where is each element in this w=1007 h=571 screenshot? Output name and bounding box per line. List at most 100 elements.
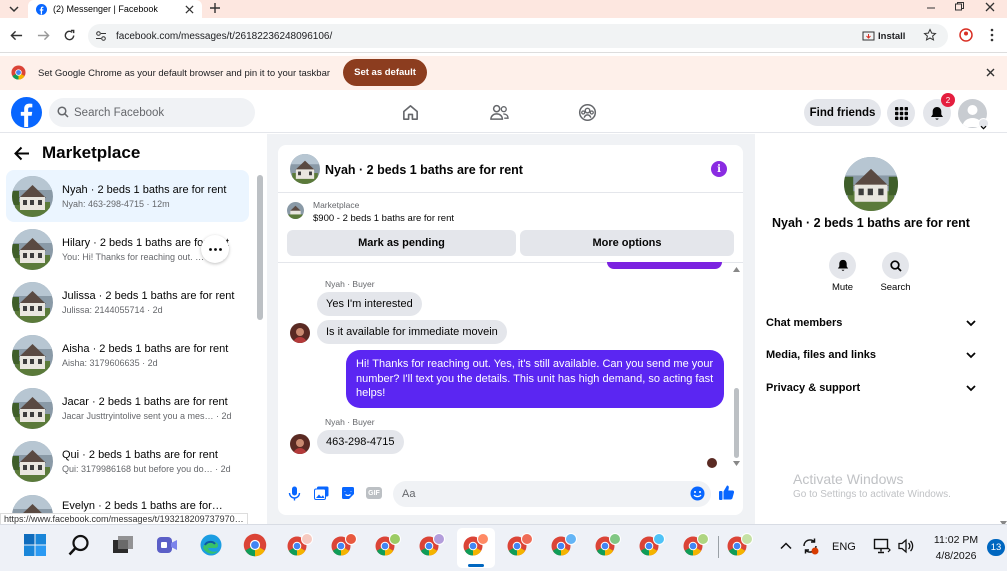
thumbs-up-icon[interactable] bbox=[718, 484, 735, 501]
home-icon[interactable] bbox=[401, 103, 420, 122]
chat-title[interactable]: Nyah · 2 beds 1 baths are for rent bbox=[325, 163, 523, 177]
conversation-item[interactable]: Nyah · 2 beds 1 baths are for rent Nyah: … bbox=[6, 170, 249, 222]
scroll-up-arrow-icon[interactable] bbox=[733, 267, 740, 272]
account-menu-chevron-icon[interactable] bbox=[978, 118, 989, 130]
incoming-message[interactable]: Is it available for immediate movein bbox=[317, 320, 507, 344]
teams-meet-icon[interactable] bbox=[155, 533, 181, 559]
mute-button[interactable] bbox=[829, 252, 856, 279]
emoji-icon[interactable] bbox=[690, 486, 705, 501]
chrome-taskbar-icon[interactable] bbox=[243, 533, 269, 559]
chrome-profile-active-icon[interactable] bbox=[463, 533, 489, 559]
system-clock[interactable]: 11:02 PM 4/8/2026 bbox=[925, 532, 987, 564]
chevron-down-icon bbox=[966, 384, 976, 392]
gif-icon[interactable]: GIF bbox=[366, 487, 382, 499]
close-infobar-icon[interactable] bbox=[986, 68, 995, 77]
conversation-title: Qui · 2 beds 1 baths are for rent bbox=[62, 448, 218, 461]
conversation-options-button[interactable] bbox=[201, 235, 229, 263]
conversation-info-icon[interactable]: i bbox=[711, 161, 727, 177]
close-window-icon[interactable] bbox=[985, 2, 995, 12]
input-language[interactable]: ENG bbox=[832, 541, 856, 553]
profile-icon[interactable] bbox=[959, 28, 973, 42]
message-composer-input[interactable]: Aa bbox=[393, 481, 711, 507]
microphone-icon[interactable] bbox=[288, 486, 301, 501]
section-label: Privacy & support bbox=[766, 382, 861, 394]
chrome-profile-icon[interactable] bbox=[331, 533, 357, 559]
chrome-profile-icon[interactable] bbox=[727, 533, 753, 559]
address-bar[interactable]: facebook.com/messages/t/2618223624809610… bbox=[88, 24, 948, 48]
notification-center-badge[interactable]: 13 bbox=[987, 539, 1005, 556]
windows-start-icon[interactable] bbox=[23, 533, 49, 559]
task-view-icon[interactable] bbox=[111, 533, 137, 559]
tab-search-chevron-icon[interactable] bbox=[7, 2, 21, 16]
more-options-button[interactable]: More options bbox=[520, 230, 734, 256]
privacy-support-section[interactable]: Privacy & support bbox=[766, 382, 976, 394]
marketplace-label: Marketplace bbox=[313, 200, 360, 210]
restore-window-icon[interactable] bbox=[954, 1, 965, 12]
minimize-window-icon[interactable] bbox=[926, 3, 936, 13]
taskbar-search-icon[interactable] bbox=[67, 533, 93, 559]
back-arrow-icon[interactable] bbox=[14, 146, 30, 161]
media-files-links-section[interactable]: Media, files and links bbox=[766, 349, 976, 361]
outgoing-message[interactable]: Hi! Thanks for reaching out. Yes, it's s… bbox=[346, 350, 724, 408]
conversation-item[interactable]: Aisha · 2 beds 1 baths are for rent Aisha… bbox=[6, 329, 249, 381]
show-hidden-icons-chevron-icon[interactable] bbox=[780, 541, 792, 550]
chat-members-section[interactable]: Chat members bbox=[766, 317, 976, 329]
incoming-message[interactable]: 463-298-4715 bbox=[317, 430, 404, 454]
install-app-button[interactable]: Install bbox=[862, 27, 914, 45]
incoming-message[interactable]: Yes I'm interested bbox=[317, 292, 422, 316]
new-tab-icon[interactable] bbox=[209, 2, 221, 14]
chat-listing-avatar[interactable] bbox=[290, 154, 320, 184]
facebook-search-input[interactable]: Search Facebook bbox=[49, 98, 255, 127]
close-tab-icon[interactable] bbox=[185, 4, 194, 14]
conversation-title: Evelyn · 2 beds 1 baths are for… bbox=[62, 500, 223, 512]
sender-avatar[interactable] bbox=[290, 434, 310, 454]
page-scroll-down-icon[interactable] bbox=[1000, 514, 1007, 526]
browser-menu-icon[interactable] bbox=[990, 28, 994, 42]
chrome-profile-icon[interactable] bbox=[595, 533, 621, 559]
chat-scrollbar[interactable] bbox=[734, 388, 739, 458]
sender-avatar[interactable] bbox=[290, 323, 310, 343]
set-as-default-button[interactable]: Set as default bbox=[343, 59, 427, 86]
conversation-item[interactable]: Julissa · 2 beds 1 baths are for rent Jul… bbox=[6, 276, 249, 328]
bookmark-star-icon[interactable] bbox=[923, 28, 937, 42]
conversation-list-scrollbar[interactable] bbox=[257, 175, 263, 320]
facebook-logo-icon[interactable] bbox=[11, 97, 42, 128]
facebook-favicon-icon bbox=[36, 3, 47, 15]
chrome-profile-icon[interactable] bbox=[507, 533, 533, 559]
listing-summary[interactable]: $900 - 2 beds 1 baths are for rent bbox=[313, 213, 454, 224]
browser-tab-messenger[interactable]: (2) Messenger | Facebook bbox=[28, 0, 202, 18]
network-icon[interactable] bbox=[873, 538, 891, 554]
details-listing-avatar[interactable] bbox=[844, 157, 898, 211]
menu-grid-button[interactable] bbox=[887, 99, 915, 127]
chrome-profile-icon[interactable] bbox=[375, 533, 401, 559]
windows-taskbar bbox=[0, 524, 1007, 571]
site-info-icon[interactable] bbox=[95, 30, 107, 42]
install-app-icon bbox=[862, 31, 875, 42]
conversation-item[interactable]: Jacar · 2 beds 1 baths are for rent Jacar… bbox=[6, 382, 249, 434]
chrome-profile-icon[interactable] bbox=[551, 533, 577, 559]
conversation-item[interactable]: Qui · 2 beds 1 baths are for rent Qui: 31… bbox=[6, 435, 249, 487]
volume-icon[interactable] bbox=[897, 538, 915, 554]
search-in-conversation-button[interactable] bbox=[882, 252, 909, 279]
search-icon bbox=[889, 259, 902, 272]
chevron-down-icon bbox=[966, 351, 976, 359]
reload-icon[interactable] bbox=[63, 29, 76, 42]
friends-icon[interactable] bbox=[489, 103, 510, 122]
sync-status-icon[interactable] bbox=[801, 537, 819, 555]
back-arrow-icon[interactable] bbox=[10, 29, 23, 42]
edge-browser-icon[interactable] bbox=[199, 533, 225, 559]
chrome-profile-icon[interactable] bbox=[683, 533, 709, 559]
mark-as-pending-button[interactable]: Mark as pending bbox=[287, 230, 516, 256]
photo-icon[interactable] bbox=[314, 486, 329, 500]
forward-arrow-icon[interactable] bbox=[37, 29, 50, 42]
groups-icon[interactable] bbox=[578, 103, 597, 122]
chrome-profile-icon[interactable] bbox=[639, 533, 665, 559]
activate-windows-subtitle: Go to Settings to activate Windows. bbox=[793, 489, 951, 500]
listing-thumbnail[interactable] bbox=[287, 202, 304, 219]
find-friends-button[interactable]: Find friends bbox=[804, 99, 881, 126]
chrome-profile-icon[interactable] bbox=[419, 533, 445, 559]
chrome-profile-icon[interactable] bbox=[287, 533, 313, 559]
scroll-down-arrow-icon[interactable] bbox=[733, 461, 740, 466]
listing-thumbnail bbox=[12, 387, 53, 429]
sticker-icon[interactable] bbox=[341, 486, 355, 500]
